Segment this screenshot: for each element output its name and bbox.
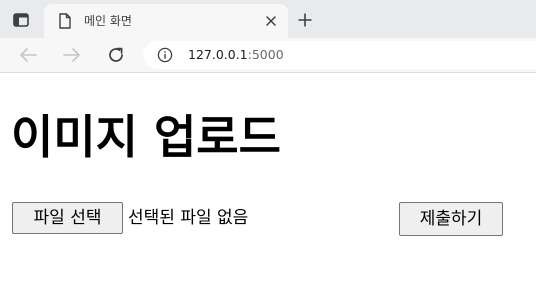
url-port: :5000 [247,47,284,62]
url-text: 127.0.0.1:5000 [188,46,284,64]
upload-form: 파일 선택 선택된 파일 없음 제출하기 [11,200,526,238]
tab-actions-icon[interactable] [9,9,33,31]
address-bar[interactable]: 127.0.0.1:5000 [143,41,536,69]
choose-file-button[interactable]: 파일 선택 [12,202,123,234]
info-icon[interactable] [157,47,173,63]
document-icon [58,13,72,29]
arrow-left-icon[interactable] [16,43,40,67]
arrow-right-icon[interactable] [60,43,84,67]
tab-title: 메인 화면 [84,14,132,28]
page-title: 이미지 업로드 [11,110,281,164]
browser-toolbar: 127.0.0.1:5000 [0,38,536,73]
browser-tab[interactable]: 메인 화면 [44,4,288,38]
reload-icon[interactable] [104,43,128,67]
submit-button[interactable]: 제출하기 [399,202,503,236]
url-host: 127.0.0.1 [188,47,248,62]
close-icon[interactable] [262,12,280,30]
plus-icon[interactable] [294,9,316,31]
browser-tab-strip: 메인 화면 [0,0,536,38]
file-status-text: 선택된 파일 없음 [128,208,249,228]
